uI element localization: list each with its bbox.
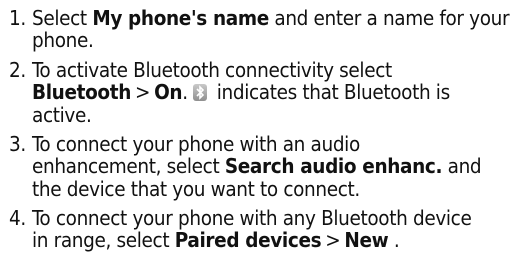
text-segment: indicates that Bluetooth is — [211, 80, 450, 105]
step-number: 1. — [9, 6, 26, 30]
step-line: To activate Bluetooth connectivity selec… — [32, 58, 392, 82]
text-segment: in range, select — [32, 228, 175, 253]
step-text: To connect your phone with any Bluetooth… — [32, 207, 510, 252]
step-text: To connect your phone with an audio enha… — [32, 132, 510, 201]
bluetooth-status-icon — [193, 84, 208, 102]
step-line: the device that you want to connect. — [32, 176, 360, 201]
step-line: Select My phone's name and enter a name … — [32, 7, 510, 29]
step-number: 3. — [9, 132, 26, 156]
instruction-document: 1. Select My phone's name and enter a na… — [0, 0, 514, 268]
text-segment: Select — [32, 6, 93, 30]
menu-option-new: New — [344, 228, 389, 253]
step-text: Select My phone's name and enter a name … — [32, 7, 510, 52]
step-line: phone. — [32, 28, 94, 53]
text-segment: . — [182, 80, 194, 105]
text-segment: enhancement, select — [32, 154, 225, 179]
step-line: To connect your phone with any Bluetooth… — [32, 206, 472, 230]
step-number: 4. — [9, 206, 26, 230]
menu-option-paired-devices: Paired devices — [174, 228, 322, 253]
menu-option-on: On — [154, 80, 183, 105]
step-line: active. — [32, 102, 92, 127]
step-line: To connect your phone with an audio — [32, 132, 360, 156]
step-line: enhancement, select Search audio enhanc.… — [32, 155, 510, 177]
text-segment: . — [388, 228, 400, 253]
step-line: in range, select Paired devices > New . — [32, 229, 510, 251]
text-segment: and enter a name for your — [268, 6, 510, 30]
step-line: Bluetooth > On. indicates that Bluetooth i… — [32, 81, 510, 103]
menu-option-search-audio-enhanc: Search audio enhanc. — [224, 154, 443, 179]
text-segment: and — [442, 154, 482, 179]
menu-separator: > — [134, 80, 151, 105]
menu-separator: > — [325, 228, 341, 253]
menu-option-bluetooth: Bluetooth — [32, 80, 131, 105]
step-text: To activate Bluetooth connectivity selec… — [32, 58, 510, 127]
step-number: 2. — [9, 58, 26, 82]
menu-option-my-phones-name: My phone's name — [92, 6, 269, 30]
